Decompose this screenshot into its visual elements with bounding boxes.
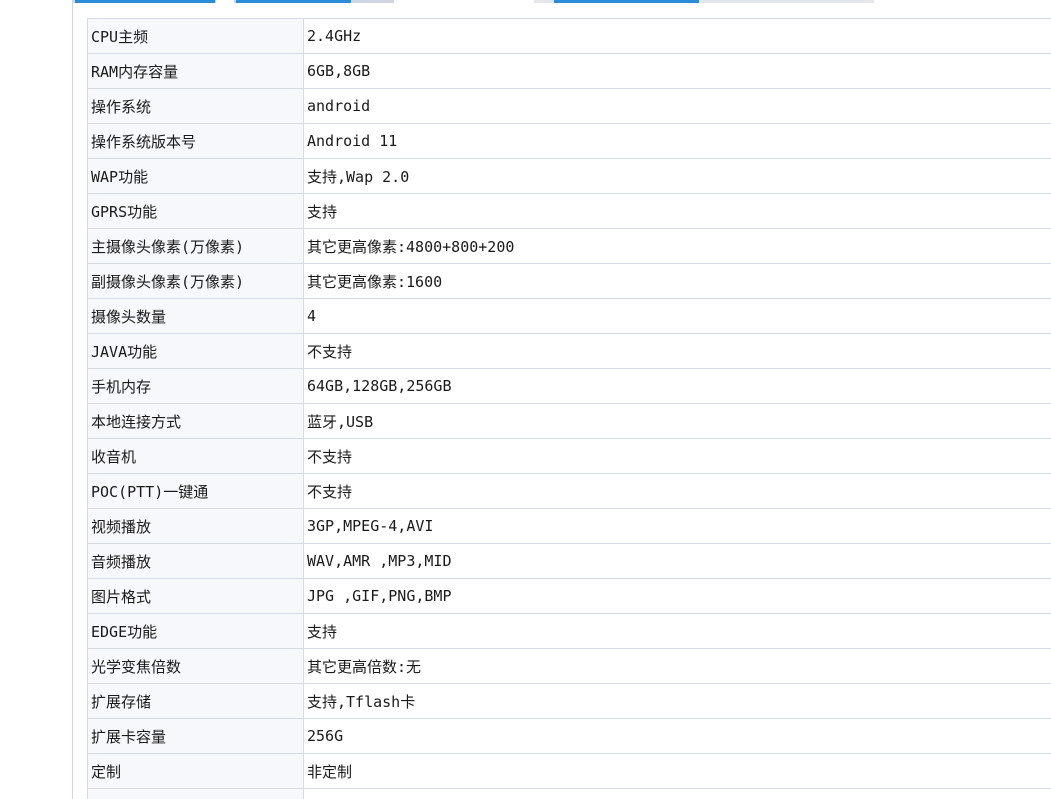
spec-value: 其它更高像素:4800+800+200 bbox=[303, 228, 1051, 264]
spec-value: 支持,Tflash卡 bbox=[303, 683, 1051, 719]
spec-value: 不支持 bbox=[303, 788, 1051, 799]
spec-value: Android 11 bbox=[303, 123, 1051, 159]
content-left-border bbox=[72, 0, 73, 799]
spec-label: 摄像头数量 bbox=[87, 298, 304, 334]
spec-value: 蓝牙,USB bbox=[303, 403, 1051, 439]
spec-label: 扩展存储 bbox=[87, 683, 304, 719]
spec-label: 副摄像头像素(万像素) bbox=[87, 263, 304, 299]
spec-label: CPU主频 bbox=[87, 18, 304, 54]
spec-value: 不支持 bbox=[303, 438, 1051, 474]
spec-table: CPU主频 2.4GHz RAM内存容量 6GB,8GB 操作系统 androi… bbox=[87, 18, 1051, 799]
table-row: 副摄像头像素(万像素) 其它更高像素:1600 bbox=[87, 263, 1051, 299]
spec-value: 2.4GHz bbox=[303, 18, 1051, 54]
table-row: 图片格式 JPG ,GIF,PNG,BMP bbox=[87, 578, 1051, 614]
table-row: 定制 非定制 bbox=[87, 753, 1051, 789]
table-row: RAM内存容量 6GB,8GB bbox=[87, 53, 1051, 89]
table-row: 音频播放 WAV,AMR ,MP3,MID bbox=[87, 543, 1051, 579]
tab-indicator-3[interactable] bbox=[534, 0, 874, 3]
spec-label: 图片格式 bbox=[87, 578, 304, 614]
spec-label: EDGE功能 bbox=[87, 613, 304, 649]
spec-value: 其它更高像素:1600 bbox=[303, 263, 1051, 299]
table-row: 手机内存 64GB,128GB,256GB bbox=[87, 368, 1051, 404]
spec-value: WAV,AMR ,MP3,MID bbox=[303, 543, 1051, 579]
spec-value: android bbox=[303, 88, 1051, 124]
table-row: 扩展存储 支持,Tflash卡 bbox=[87, 683, 1051, 719]
table-row: EDGE功能 支持 bbox=[87, 613, 1051, 649]
spec-value: 不支持 bbox=[303, 333, 1051, 369]
spec-value: 6GB,8GB bbox=[303, 53, 1051, 89]
tab-indicator-2[interactable] bbox=[234, 0, 394, 3]
spec-value: 4 bbox=[303, 298, 1051, 334]
tab-indicator-1[interactable] bbox=[73, 0, 216, 3]
spec-label: 扩展卡容量 bbox=[87, 718, 304, 754]
table-row: 操作系统 android bbox=[87, 88, 1051, 124]
spec-value: 支持,Wap 2.0 bbox=[303, 158, 1051, 194]
table-row: CPU主频 2.4GHz bbox=[87, 18, 1051, 54]
spec-label: POC(PTT)一键通 bbox=[87, 473, 304, 509]
table-row: 操作系统版本号 Android 11 bbox=[87, 123, 1051, 159]
spec-label: 收音机 bbox=[87, 438, 304, 474]
spec-value: 支持 bbox=[303, 193, 1051, 229]
spec-label: GPRS功能 bbox=[87, 193, 304, 229]
spec-value: 3GP,MPEG-4,AVI bbox=[303, 508, 1051, 544]
table-row: 收音机 不支持 bbox=[87, 438, 1051, 474]
spec-label: 电视功能 bbox=[87, 788, 304, 799]
table-row: 视频播放 3GP,MPEG-4,AVI bbox=[87, 508, 1051, 544]
spec-label: 操作系统 bbox=[87, 88, 304, 124]
table-row: 本地连接方式 蓝牙,USB bbox=[87, 403, 1051, 439]
spec-value: 非定制 bbox=[303, 753, 1051, 789]
table-row: 光学变焦倍数 其它更高倍数:无 bbox=[87, 648, 1051, 684]
table-row: 摄像头数量 4 bbox=[87, 298, 1051, 334]
spec-label: RAM内存容量 bbox=[87, 53, 304, 89]
top-tab-bar bbox=[0, 0, 1051, 4]
spec-label: JAVA功能 bbox=[87, 333, 304, 369]
spec-label: 视频播放 bbox=[87, 508, 304, 544]
spec-value: 64GB,128GB,256GB bbox=[303, 368, 1051, 404]
spec-value: 其它更高倍数:无 bbox=[303, 648, 1051, 684]
table-row: 扩展卡容量 256G bbox=[87, 718, 1051, 754]
table-row: WAP功能 支持,Wap 2.0 bbox=[87, 158, 1051, 194]
spec-label: 光学变焦倍数 bbox=[87, 648, 304, 684]
table-row: 主摄像头像素(万像素) 其它更高像素:4800+800+200 bbox=[87, 228, 1051, 264]
spec-label: 操作系统版本号 bbox=[87, 123, 304, 159]
table-row: GPRS功能 支持 bbox=[87, 193, 1051, 229]
spec-value: 256G bbox=[303, 718, 1051, 754]
spec-label: WAP功能 bbox=[87, 158, 304, 194]
spec-value: 支持 bbox=[303, 613, 1051, 649]
spec-label: 定制 bbox=[87, 753, 304, 789]
spec-value: 不支持 bbox=[303, 473, 1051, 509]
table-row: POC(PTT)一键通 不支持 bbox=[87, 473, 1051, 509]
spec-label: 本地连接方式 bbox=[87, 403, 304, 439]
spec-label: 音频播放 bbox=[87, 543, 304, 579]
spec-value: JPG ,GIF,PNG,BMP bbox=[303, 578, 1051, 614]
table-row: JAVA功能 不支持 bbox=[87, 333, 1051, 369]
spec-page: CPU主频 2.4GHz RAM内存容量 6GB,8GB 操作系统 androi… bbox=[0, 0, 1051, 799]
spec-label: 手机内存 bbox=[87, 368, 304, 404]
table-row: 电视功能 不支持 bbox=[87, 788, 1051, 799]
spec-label: 主摄像头像素(万像素) bbox=[87, 228, 304, 264]
